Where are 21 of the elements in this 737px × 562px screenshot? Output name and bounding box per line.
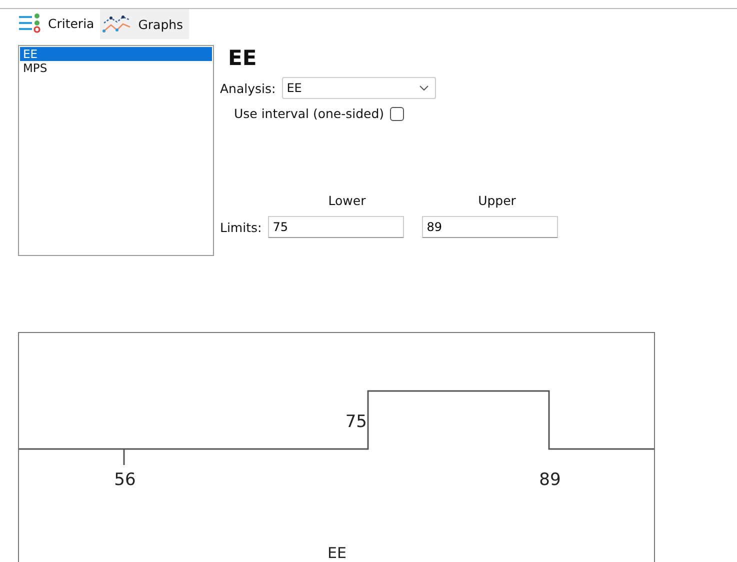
list-item[interactable]: EE (20, 47, 212, 61)
criterion-title: EE (228, 45, 258, 71)
checklist-icon (18, 13, 42, 33)
lower-limit-label: 75 (345, 412, 367, 432)
interval-checkbox[interactable] (390, 106, 404, 120)
interval-label: Use interval (one-sided) (234, 106, 384, 121)
lower-limit-field[interactable]: 75 (268, 216, 404, 238)
value-tick (123, 449, 125, 465)
limits-label: Limits: (220, 220, 262, 234)
upper-limit-field[interactable]: 89 (422, 216, 558, 238)
line-chart-icon (102, 14, 132, 34)
axis-label: EE (328, 544, 346, 562)
tab[interactable]: Graphs (100, 9, 190, 39)
lower-heading: Lower (327, 193, 367, 208)
chevron-down-icon (418, 85, 429, 91)
upper-limit-label: 89 (539, 470, 561, 490)
list-item[interactable]: MPS (20, 61, 212, 75)
upper-heading: Upper (477, 193, 517, 208)
analysis-dropdown[interactable]: EE (282, 77, 436, 99)
value-tick-label: 56 (114, 470, 136, 490)
analysis-label: Analysis: (220, 80, 276, 96)
